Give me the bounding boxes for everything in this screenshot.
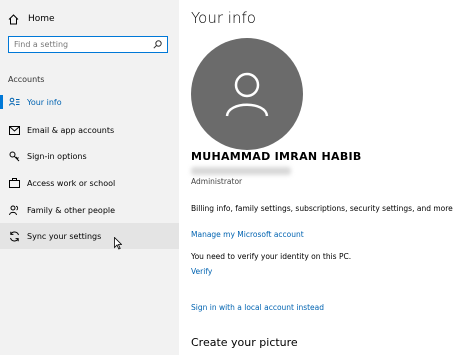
search-icon[interactable] <box>153 40 162 49</box>
active-indicator <box>0 95 3 109</box>
sidebar-item-sign-in-options[interactable]: Sign-in options <box>0 143 179 169</box>
blurred-email <box>191 167 291 175</box>
briefcase-icon <box>8 177 20 189</box>
home-icon <box>8 13 19 24</box>
sidebar-item-your-info[interactable]: Your info <box>0 89 179 115</box>
sidebar: Home Find a setting Accounts Your info E… <box>0 0 179 355</box>
section-label-accounts: Accounts <box>8 75 45 84</box>
person-card-icon <box>8 96 20 108</box>
mouse-cursor-icon <box>114 237 122 250</box>
people-icon <box>8 204 20 216</box>
default-user-icon <box>225 72 269 117</box>
sync-icon <box>8 230 20 242</box>
home-link[interactable]: Home <box>8 12 55 26</box>
sidebar-item-email-app-accounts[interactable]: Email & app accounts <box>0 117 179 143</box>
manage-account-link[interactable]: Manage my Microsoft account <box>191 230 304 239</box>
sidebar-item-label: Sign-in options <box>27 151 87 161</box>
home-label: Home <box>28 14 55 24</box>
sidebar-item-label: Family & other people <box>27 205 116 215</box>
sidebar-item-sync-settings[interactable]: Sync your settings <box>0 223 179 249</box>
sidebar-item-label: Sync your settings <box>27 231 102 241</box>
key-icon <box>8 150 20 162</box>
avatar <box>191 38 303 150</box>
sidebar-item-label: Your info <box>27 97 62 107</box>
search-box[interactable]: Find a setting <box>8 36 168 53</box>
sidebar-item-access-work-school[interactable]: Access work or school <box>0 170 179 196</box>
create-picture-heading: Create your picture <box>191 336 298 349</box>
local-account-link[interactable]: Sign in with a local account instead <box>191 303 324 312</box>
billing-info-text: Billing info, family settings, subscript… <box>191 204 453 213</box>
sidebar-item-label: Access work or school <box>27 178 116 188</box>
page-title: Your info <box>191 9 256 27</box>
verify-identity-text: You need to verify your identity on this… <box>191 252 352 261</box>
verify-link[interactable]: Verify <box>191 267 212 276</box>
search-input[interactable]: Find a setting <box>14 40 153 49</box>
main-content: Your info MUHAMMAD IMRAN HABIB Administr… <box>179 0 474 355</box>
account-role: Administrator <box>191 177 243 186</box>
user-name: MUHAMMAD IMRAN HABIB <box>191 150 362 163</box>
mail-icon <box>8 124 20 136</box>
sidebar-item-family-other-people[interactable]: Family & other people <box>0 197 179 223</box>
sidebar-item-label: Email & app accounts <box>27 125 115 135</box>
